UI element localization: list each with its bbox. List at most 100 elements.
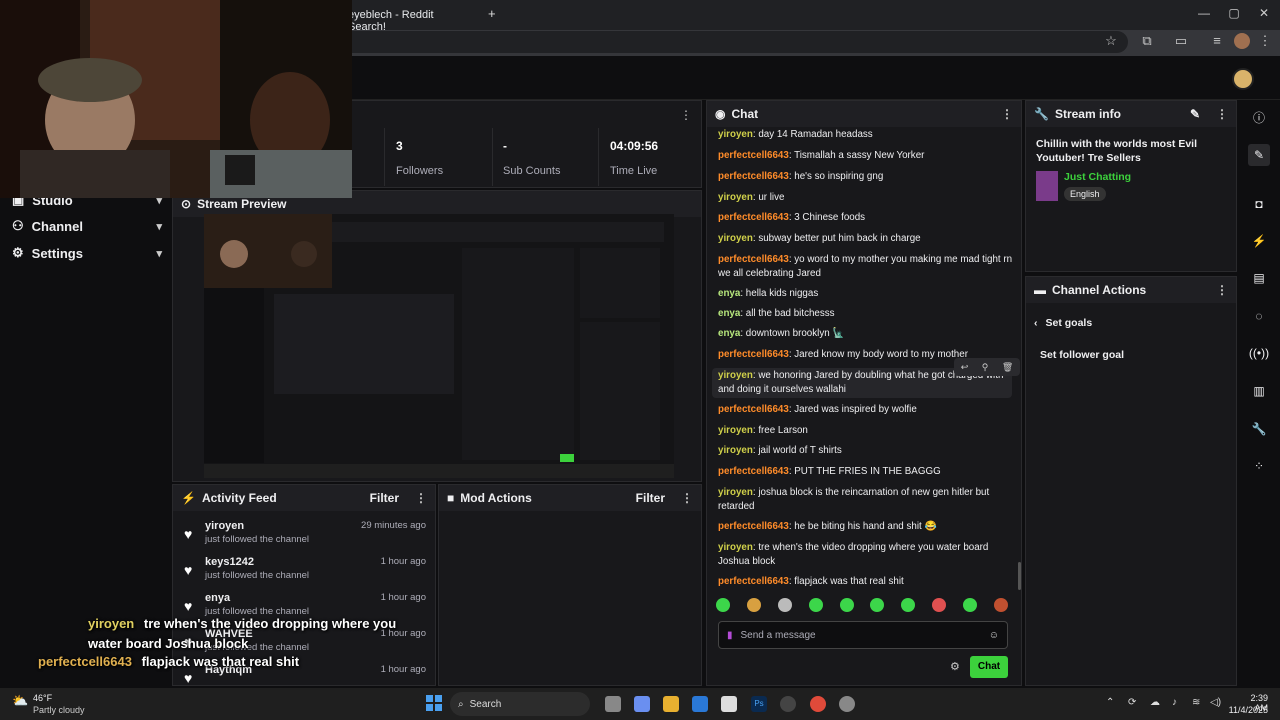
chat-username[interactable]: perfectcell6643 (718, 212, 789, 223)
emote-icon[interactable] (963, 598, 977, 612)
chat-message[interactable]: perfectcell6643: PUT THE FRIES IN THE BA… (718, 465, 1016, 479)
layout-icon[interactable]: ▥ (1248, 380, 1270, 402)
delete-icon[interactable]: 🗑 (1002, 362, 1013, 373)
bolt-icon[interactable]: ⚡ (1248, 230, 1270, 252)
activity-user[interactable]: yiroyen (205, 520, 244, 532)
chat-username[interactable]: perfectcell6643 (718, 171, 789, 182)
copilot-icon[interactable] (634, 696, 650, 712)
channel-actions-menu-icon[interactable]: ⋮ (1216, 283, 1228, 297)
emote-icon[interactable] (746, 598, 761, 612)
chat-username[interactable]: yiroyen (718, 542, 753, 553)
taskbar-date[interactable]: 11/4/2025 (1222, 705, 1268, 715)
chat-username[interactable]: perfectcell6643 (718, 404, 789, 415)
close-window-button[interactable]: ✕ (1254, 6, 1274, 20)
channel-avatar[interactable] (1232, 68, 1254, 90)
emote-icon[interactable] (839, 598, 854, 612)
stream-preview-video[interactable] (204, 214, 674, 478)
chat-username[interactable]: yiroyen (718, 445, 753, 456)
emote-icon[interactable] (777, 598, 792, 612)
chat-username[interactable]: yiroyen (718, 192, 753, 203)
set-follower-goal[interactable]: Set follower goal (1040, 349, 1124, 361)
chat-username[interactable]: yiroyen (718, 129, 753, 140)
mic-icon[interactable]: ♪ (1172, 697, 1177, 708)
weather-icon[interactable]: ⛅ (12, 693, 28, 709)
bookmark-star-icon[interactable]: ☆ (1102, 33, 1120, 49)
chat-message[interactable]: yiroyen: joshua block is the reincarnati… (718, 486, 1016, 514)
chat-bubble-icon[interactable]: ◌ (1248, 305, 1270, 327)
camera-icon[interactable]: ◘ (1248, 193, 1270, 215)
emote-icon[interactable] (870, 598, 885, 612)
chat-message[interactable]: yiroyen: day 14 Ramadan headass (718, 128, 1016, 142)
photoshop-icon[interactable]: Ps (751, 696, 767, 712)
profile-avatar[interactable] (1234, 33, 1250, 49)
extensions-icon[interactable]: ⧉ (1138, 33, 1156, 49)
browser-menu-icon[interactable]: ⋮ (1256, 33, 1274, 49)
document-icon[interactable]: ▤ (1248, 267, 1270, 289)
chat-message[interactable]: yiroyen: ur live (718, 191, 1016, 205)
chat-message[interactable]: perfectcell6643: he be biting his hand a… (718, 520, 1016, 534)
chat-settings-icon[interactable]: ⚙ (950, 660, 960, 673)
chat-username[interactable]: perfectcell6643 (718, 349, 789, 360)
task-view-icon[interactable] (605, 696, 621, 712)
stats-menu-icon[interactable]: ⋮ (680, 108, 692, 122)
chat-message[interactable]: yiroyen: jail world of T shirts (718, 444, 1016, 458)
store-icon[interactable] (692, 696, 708, 712)
chat-username[interactable]: enya (718, 308, 740, 319)
chat-scrollbar[interactable] (1018, 562, 1021, 590)
chat-username[interactable]: perfectcell6643 (718, 466, 789, 477)
activity-filter-button[interactable]: Filter (370, 491, 399, 505)
obs-icon[interactable] (780, 696, 796, 712)
chat-message[interactable]: yiroyen: subway better put him back in c… (718, 232, 1016, 246)
settings-icon[interactable] (839, 696, 855, 712)
chat-menu-icon[interactable]: ⋮ (1001, 107, 1013, 121)
chat-message[interactable]: enya: downtown brooklyn 🗽 (718, 327, 1016, 341)
mod-menu-icon[interactable]: ⋮ (681, 491, 693, 505)
chat-username[interactable]: yiroyen (718, 425, 753, 436)
broadcast-icon[interactable]: ((•)) (1248, 342, 1270, 364)
pin-icon[interactable]: ⚲ (982, 362, 989, 373)
chat-message[interactable]: perfectcell6643: Tismallah a sassy New Y… (718, 149, 1016, 163)
chat-message[interactable]: perfectcell6643: Jared was inspired by w… (718, 403, 1016, 417)
chat-username[interactable]: yiroyen (718, 487, 753, 498)
chat-username[interactable]: enya (718, 328, 740, 339)
chat-username[interactable]: perfectcell6643 (718, 150, 789, 161)
wrench-icon[interactable]: 🔧 (1248, 418, 1270, 440)
chat-username[interactable]: enya (718, 288, 740, 299)
taskbar-search[interactable]: ⌕ Search (450, 692, 590, 716)
chat-message[interactable]: yiroyen: free Larson (718, 424, 1016, 438)
chat-message[interactable]: enya: all the bad bitchesss (718, 307, 1016, 321)
edit-icon[interactable]: ✎ (1190, 107, 1200, 121)
set-goals-back[interactable]: ‹ Set goals (1034, 317, 1092, 329)
info-icon[interactable]: ⓘ (1248, 107, 1270, 129)
chat-message[interactable]: perfectcell6643: yo word to my mother yo… (718, 253, 1016, 281)
cloud-icon[interactable]: ☁ (1150, 697, 1160, 708)
chat-username[interactable]: perfectcell6643 (718, 521, 789, 532)
app-icon[interactable] (721, 696, 737, 712)
emoji-icon[interactable]: ☺ (989, 630, 999, 641)
dots-icon[interactable]: ⁘ (1248, 455, 1270, 477)
emote-icon[interactable] (901, 598, 916, 612)
cast-icon[interactable]: ▭ (1172, 33, 1190, 49)
nav-settings[interactable]: ⚙ Settings ▾ (12, 242, 162, 264)
maximize-button[interactable]: ▢ (1224, 6, 1244, 20)
activity-user[interactable]: enya (205, 592, 230, 604)
nav-channel[interactable]: ⚇ Channel ▾ (12, 215, 162, 237)
chrome-icon[interactable] (810, 696, 826, 712)
start-icon[interactable] (426, 695, 442, 711)
chat-send-button[interactable]: Chat (970, 656, 1008, 678)
chat-input[interactable]: ▮ Send a message ☺ (718, 621, 1008, 649)
activity-menu-icon[interactable]: ⋮ (415, 491, 427, 505)
chat-message[interactable]: yiroyen: tre when's the video dropping w… (718, 541, 1016, 569)
emote-icon[interactable] (808, 598, 823, 612)
stream-info-menu-icon[interactable]: ⋮ (1216, 107, 1228, 121)
mod-filter-button[interactable]: Filter (636, 491, 665, 505)
minimize-button[interactable]: — (1194, 6, 1214, 20)
chat-message[interactable]: perfectcell6643: flapjack was that real … (718, 575, 1016, 589)
edit-icon[interactable]: ✎ (1248, 144, 1270, 166)
chat-message[interactable]: perfectcell6643: he's so inspiring gng (718, 170, 1016, 184)
emote-icon[interactable] (932, 598, 947, 612)
chat-username[interactable]: yiroyen (718, 233, 753, 244)
language-tag[interactable]: English (1064, 187, 1106, 201)
file-explorer-icon[interactable] (663, 696, 679, 712)
chevron-up-icon[interactable]: ⌃ (1106, 697, 1114, 708)
